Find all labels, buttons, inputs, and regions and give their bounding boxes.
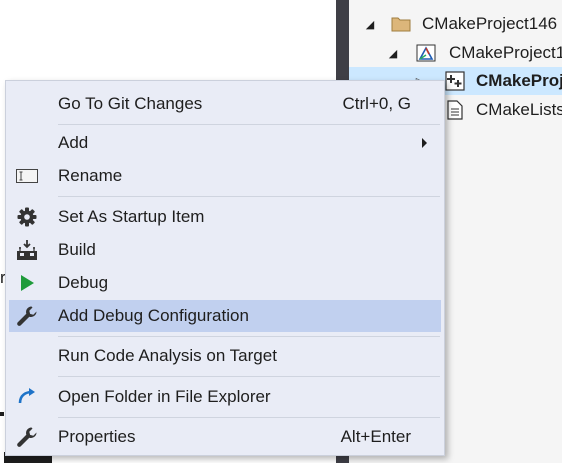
- tree-item-label: CMakeProject146: [422, 14, 558, 33]
- menu-item-label: Debug: [58, 273, 109, 292]
- submenu-arrow-icon: [422, 138, 427, 148]
- menu-item-go-to-git-changes[interactable]: Go To Git Changes Ctrl+0, G: [9, 88, 441, 120]
- gear-icon: [15, 205, 39, 229]
- menu-item-build[interactable]: Build: [9, 234, 441, 266]
- tree-item-label: CMakeLists: [476, 100, 562, 119]
- build-icon: [15, 238, 39, 262]
- menu-item-run-code-analysis[interactable]: Run Code Analysis on Target: [9, 340, 441, 372]
- cpp-source-icon: [445, 71, 465, 91]
- menu-item-rename[interactable]: Rename: [9, 160, 441, 192]
- tree-item-label: CMakeProject1: [449, 43, 562, 62]
- menu-item-open-folder-in-file-explorer[interactable]: Open Folder in File Explorer: [9, 381, 441, 413]
- menu-item-add[interactable]: Add: [9, 127, 441, 159]
- play-icon: [15, 271, 39, 295]
- cmake-project-icon: [416, 43, 436, 63]
- menu-separator: [58, 336, 440, 337]
- menu-item-label: Build: [58, 240, 96, 259]
- background-fragment: [0, 412, 4, 416]
- open-folder-arrow-icon: [15, 385, 39, 409]
- document-icon: [445, 100, 465, 120]
- menu-item-label: Go To Git Changes: [58, 94, 203, 113]
- tree-item-cmake-project[interactable]: ◢ CMakeProject1: [349, 39, 562, 67]
- menu-item-shortcut: Ctrl+0, G: [342, 94, 412, 113]
- menu-item-debug[interactable]: Debug: [9, 267, 441, 299]
- rename-icon: [15, 164, 39, 188]
- menu-separator: [58, 417, 440, 418]
- menu-item-label: Properties: [58, 427, 136, 446]
- menu-separator: [58, 124, 440, 125]
- wrench-icon: [15, 425, 39, 449]
- menu-item-label: Rename: [58, 166, 123, 185]
- tree-item-label: CMakeProj: [476, 71, 562, 90]
- menu-item-label: Open Folder in File Explorer: [58, 387, 271, 406]
- menu-item-properties[interactable]: Properties Alt+Enter: [9, 421, 441, 453]
- menu-item-set-as-startup-item[interactable]: Set As Startup Item: [9, 201, 441, 233]
- menu-item-label: Add Debug Configuration: [58, 306, 249, 325]
- tree-item-solution[interactable]: ◢ CMakeProject146: [349, 10, 562, 38]
- menu-item-label: Set As Startup Item: [58, 207, 205, 226]
- menu-separator: [58, 376, 440, 377]
- menu-separator: [58, 196, 440, 197]
- wrench-icon: [15, 304, 39, 328]
- menu-item-shortcut: Alt+Enter: [340, 427, 411, 446]
- context-menu: Go To Git Changes Ctrl+0, G Add Rename S…: [5, 80, 445, 456]
- menu-item-label: Add: [58, 133, 89, 152]
- expanded-arrow-icon[interactable]: ◢: [386, 46, 400, 60]
- folder-icon: [391, 14, 411, 34]
- menu-item-label: Run Code Analysis on Target: [58, 346, 277, 365]
- menu-item-add-debug-configuration[interactable]: Add Debug Configuration: [9, 300, 441, 332]
- expanded-arrow-icon[interactable]: ◢: [363, 17, 377, 31]
